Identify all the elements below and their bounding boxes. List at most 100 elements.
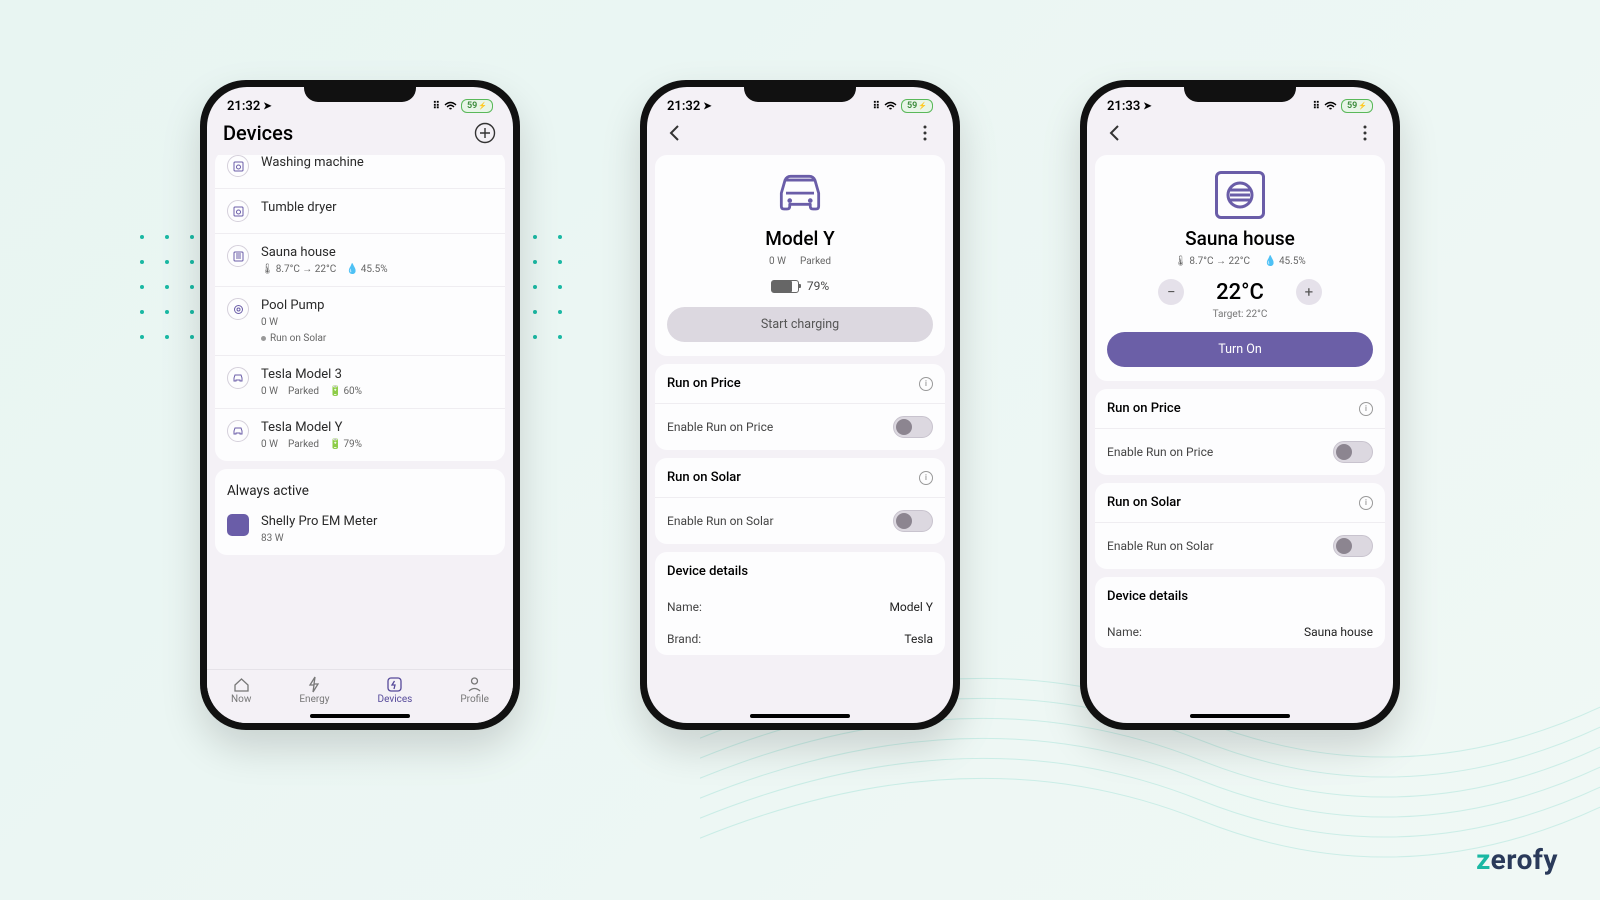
turn-on-button[interactable]: Turn On [1107,332,1373,367]
info-icon[interactable]: i [1359,496,1373,510]
device-details-card: Device details Name:Model Y Brand:Tesla [655,552,945,655]
add-device-button[interactable] [473,121,497,145]
back-button[interactable] [1103,121,1127,145]
devices-icon [386,676,403,693]
device-row-sauna-house[interactable]: Sauna house 🌡 8.7°C → 22°C 💧 45.5% [215,234,505,287]
device-row-tesla-model-y[interactable]: Tesla Model Y 0 W Parked 🔋 79% [215,409,505,461]
location-icon: ➤ [703,101,711,112]
toggle-run-on-solar[interactable] [893,510,933,532]
toggle-run-on-price[interactable] [893,416,933,438]
temperature-value: 22°C [1216,280,1264,305]
device-row-washing-machine[interactable]: Washing machine [215,155,505,189]
chevron-left-icon [666,124,684,142]
cellular-icon: ⠿ [873,101,880,112]
power-reading: 0 W [261,439,278,450]
header: Devices [207,117,513,155]
wifi-icon [1324,101,1337,111]
device-name: Tesla Model Y [261,420,493,435]
zerofy-logo: zerofy [1476,843,1558,876]
run-on-price-card: Run on Price i Enable Run on Price [655,364,945,450]
target-temp-label: Target: 22°C [1107,309,1373,320]
device-row-shelly-meter[interactable]: Shelly Pro EM Meter 83 W [215,503,505,555]
decrease-temp-button[interactable]: − [1158,279,1184,305]
section-title: Run on Price [667,376,741,391]
device-name: Shelly Pro EM Meter [261,514,493,529]
cellular-icon: ⠿ [1313,101,1320,112]
hero-card: Sauna house 🌡 8.7°C → 22°C 💧 45.5% − 22°… [1095,155,1385,381]
device-name: Pool Pump [261,298,493,313]
plus-circle-icon [474,122,496,144]
device-name: Sauna house [261,245,493,260]
setting-label: Enable Run on Solar [667,514,774,528]
info-icon[interactable]: i [1359,402,1373,416]
heater-icon [1215,171,1265,219]
more-vertical-icon [1363,125,1367,141]
section-title: Device details [1107,589,1188,604]
battery-icon: 59⚡ [1341,99,1373,113]
more-button[interactable] [913,121,937,145]
location-icon: ➤ [263,101,271,112]
back-button[interactable] [663,121,687,145]
phone-sauna-house-detail: 21:33➤ ⠿ 59⚡ Sauna house 🌡 8.7°C → 22°C … [1080,80,1400,730]
device-detail: Model Y 0 W Parked 79% Start charging Ru… [647,155,953,723]
pool-pump-icon [227,298,249,320]
toggle-run-on-solar[interactable] [1333,535,1373,557]
dryer-icon [227,200,249,222]
device-title: Model Y [667,227,933,250]
device-row-pool-pump[interactable]: Pool Pump 0 W Run on Solar [215,287,505,356]
device-detail: Sauna house 🌡 8.7°C → 22°C 💧 45.5% − 22°… [1087,155,1393,723]
home-indicator[interactable] [750,714,850,718]
car-icon [772,171,828,219]
cellular-icon: ⠿ [433,101,440,112]
battery-reading: 🔋 79% [329,439,362,450]
phone-devices-list: 21:32➤ ⠿ 59⚡ Devices Washing machine [200,80,520,730]
header [1087,117,1393,155]
start-charging-button[interactable]: Start charging [667,307,933,342]
run-on-price-card: Run on Price i Enable Run on Price [1095,389,1385,475]
power-reading: 0 W [261,386,278,397]
person-icon [466,676,483,693]
battery-reading: 🔋 60% [329,386,362,397]
info-icon[interactable]: i [919,377,933,391]
humidity-reading: 💧 45.5% [1264,256,1306,267]
device-name: Tumble dryer [261,200,493,215]
device-name: Washing machine [261,155,493,170]
home-indicator[interactable] [1190,714,1290,718]
run-on-solar-card: Run on Solar i Enable Run on Solar [1095,483,1385,569]
power-reading: 0 W [261,317,278,328]
humidity-reading: 💧 45.5% [346,264,387,275]
bolt-icon [306,676,323,693]
tab-devices[interactable]: Devices [378,676,413,705]
wifi-icon [884,101,897,111]
power-reading: 0 W [769,256,786,267]
heater-icon [227,245,249,267]
detail-row-name: Name:Sauna house [1095,616,1385,648]
temperature-control: − 22°C + [1107,279,1373,305]
section-title: Run on Solar [667,470,741,485]
more-vertical-icon [923,125,927,141]
status-time: 21:33 [1107,99,1140,114]
toggle-run-on-price[interactable] [1333,441,1373,463]
tab-profile[interactable]: Profile [460,676,489,705]
run-on-solar-card: Run on Solar i Enable Run on Solar [655,458,945,544]
section-title: Run on Solar [1107,495,1181,510]
header [647,117,953,155]
tab-energy[interactable]: Energy [299,676,329,705]
more-button[interactable] [1353,121,1377,145]
section-title: Run on Price [1107,401,1181,416]
increase-temp-button[interactable]: + [1296,279,1322,305]
battery-percent: 79% [807,279,829,293]
device-row-tesla-model-3[interactable]: Tesla Model 3 0 W Parked 🔋 60% [215,356,505,409]
temperature-reading: 🌡 8.7°C → 22°C [1174,256,1250,267]
device-details-card: Device details Name:Sauna house [1095,577,1385,648]
device-row-tumble-dryer[interactable]: Tumble dryer [215,189,505,234]
battery-icon: 59⚡ [901,99,933,113]
detail-row-brand: Brand:Tesla [655,623,945,655]
info-icon[interactable]: i [919,471,933,485]
tab-now[interactable]: Now [231,676,251,705]
location-icon: ➤ [1143,101,1151,112]
status-bar: 21:32➤ ⠿ 59⚡ [207,87,513,117]
home-indicator[interactable] [310,714,410,718]
car-icon [227,420,249,442]
section-title: Device details [667,564,748,579]
